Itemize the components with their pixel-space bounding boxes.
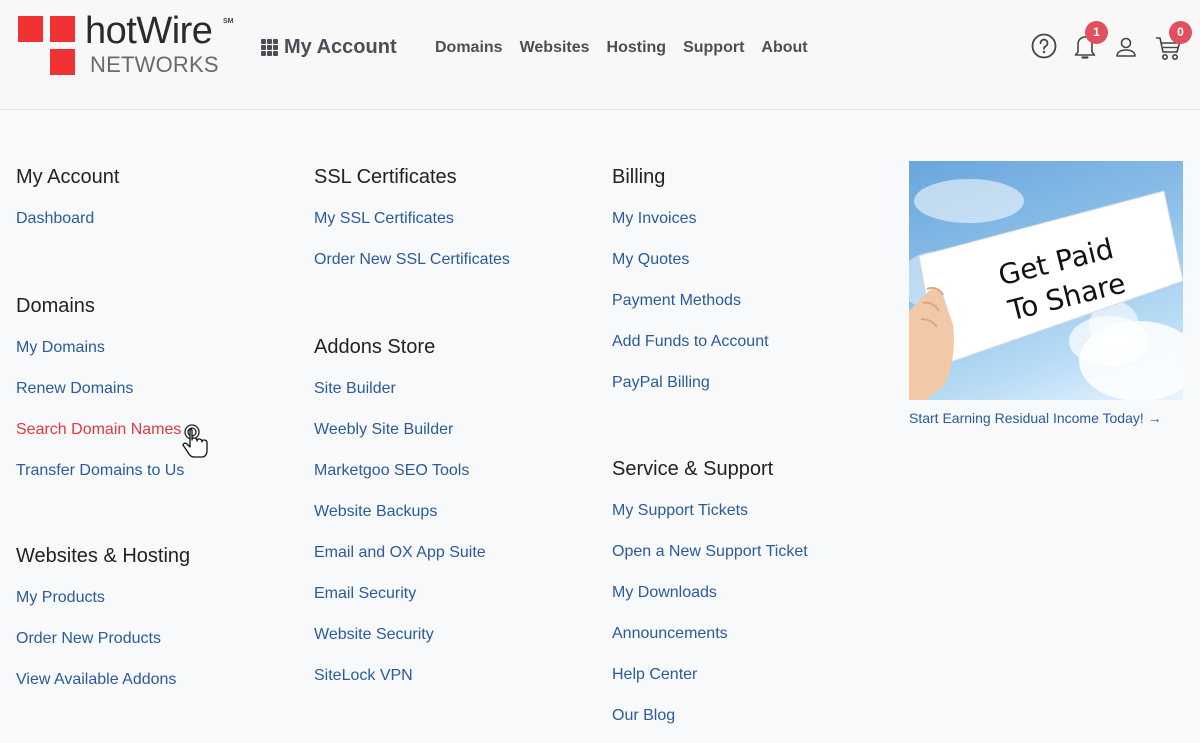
my-account-menu-button[interactable]: My Account: [261, 36, 397, 59]
section-title-billing: Billing: [612, 166, 666, 188]
nav-hosting[interactable]: Hosting: [607, 39, 667, 57]
link-email-ox[interactable]: Email and OX App Suite: [314, 543, 510, 563]
link-payment-methods[interactable]: Payment Methods: [612, 291, 808, 311]
link-view-available-addons[interactable]: View Available Addons: [16, 670, 190, 690]
notifications-button[interactable]: 1: [1072, 21, 1108, 62]
link-my-domains[interactable]: My Domains: [16, 338, 190, 358]
link-my-quotes[interactable]: My Quotes: [612, 250, 808, 270]
link-marketgoo[interactable]: Marketgoo SEO Tools: [314, 461, 510, 481]
menu-column-account: My Account Dashboard Domains My Domains …: [16, 165, 190, 690]
link-sitelock-vpn[interactable]: SiteLock VPN: [314, 666, 510, 686]
link-my-products[interactable]: My Products: [16, 588, 190, 608]
promo-image[interactable]: Get Paid To Share: [909, 161, 1183, 400]
link-my-ssl[interactable]: My SSL Certificates: [314, 209, 510, 229]
grid-icon: [261, 39, 278, 56]
link-order-ssl[interactable]: Order New SSL Certificates: [314, 250, 510, 270]
link-announcements[interactable]: Announcements: [612, 624, 808, 644]
account-button[interactable]: [1114, 30, 1144, 62]
logo-sub-text: NETWORKS: [90, 52, 219, 77]
section-title-domains: Domains: [16, 295, 95, 317]
link-dashboard[interactable]: Dashboard: [16, 209, 190, 229]
section-title-ssl: SSL Certificates: [314, 166, 457, 188]
header-icons: 1 0: [1030, 21, 1192, 66]
link-our-blog[interactable]: Our Blog: [612, 706, 808, 726]
link-email-security[interactable]: Email Security: [314, 584, 510, 604]
link-website-backups[interactable]: Website Backups: [314, 502, 510, 522]
logo-square: [50, 16, 75, 42]
main-nav: Domains Websites Hosting Support About: [435, 39, 808, 57]
section-title-service-support: Service & Support: [612, 458, 774, 480]
link-transfer-domains[interactable]: Transfer Domains to Us: [16, 461, 190, 481]
menu-column-ssl-addons: SSL Certificates My SSL Certificates Ord…: [314, 165, 510, 686]
promo-illustration: Get Paid To Share: [909, 179, 1183, 400]
hand-pointer-cursor-icon: [182, 424, 208, 458]
site-header: hotWire SM NETWORKS My Account Domains W…: [0, 0, 1200, 110]
link-my-support-tickets[interactable]: My Support Tickets: [612, 501, 808, 521]
hotwire-logo[interactable]: hotWire SM NETWORKS: [18, 10, 238, 78]
section-title-my-account: My Account: [16, 166, 120, 188]
user-icon: [1116, 37, 1136, 57]
notifications-badge: 1: [1085, 21, 1108, 44]
promo-link[interactable]: Start Earning Residual Income Today! →: [909, 410, 1162, 426]
logo-brand-text: hotWire: [85, 10, 213, 52]
logo-square: [18, 16, 43, 42]
link-paypal-billing[interactable]: PayPal Billing: [612, 373, 808, 393]
cart-badge: 0: [1169, 21, 1192, 44]
link-open-ticket[interactable]: Open a New Support Ticket: [612, 542, 808, 562]
link-my-downloads[interactable]: My Downloads: [612, 583, 808, 603]
link-order-new-products[interactable]: Order New Products: [16, 629, 190, 649]
menu-column-billing-support: Billing My Invoices My Quotes Payment Me…: [612, 165, 808, 726]
link-add-funds[interactable]: Add Funds to Account: [612, 332, 808, 352]
link-renew-domains[interactable]: Renew Domains: [16, 379, 190, 399]
link-weebly[interactable]: Weebly Site Builder: [314, 420, 510, 440]
nav-support[interactable]: Support: [683, 39, 744, 57]
link-search-domain-names[interactable]: Search Domain Names: [16, 420, 190, 440]
nav-domains[interactable]: Domains: [435, 39, 503, 57]
help-circle-icon: [1031, 33, 1057, 59]
link-site-builder[interactable]: Site Builder: [314, 379, 510, 399]
link-website-security[interactable]: Website Security: [314, 625, 510, 645]
nav-websites[interactable]: Websites: [520, 39, 590, 57]
link-my-invoices[interactable]: My Invoices: [612, 209, 808, 229]
section-title-websites-hosting: Websites & Hosting: [16, 545, 191, 567]
logo-service-mark: SM: [223, 18, 234, 25]
logo-square: [50, 49, 75, 75]
my-account-label: My Account: [284, 36, 397, 58]
section-title-addons: Addons Store: [314, 336, 436, 358]
nav-about[interactable]: About: [761, 39, 807, 57]
link-help-center[interactable]: Help Center: [612, 665, 808, 685]
help-button[interactable]: [1030, 30, 1060, 62]
cart-button[interactable]: 0: [1154, 21, 1192, 62]
